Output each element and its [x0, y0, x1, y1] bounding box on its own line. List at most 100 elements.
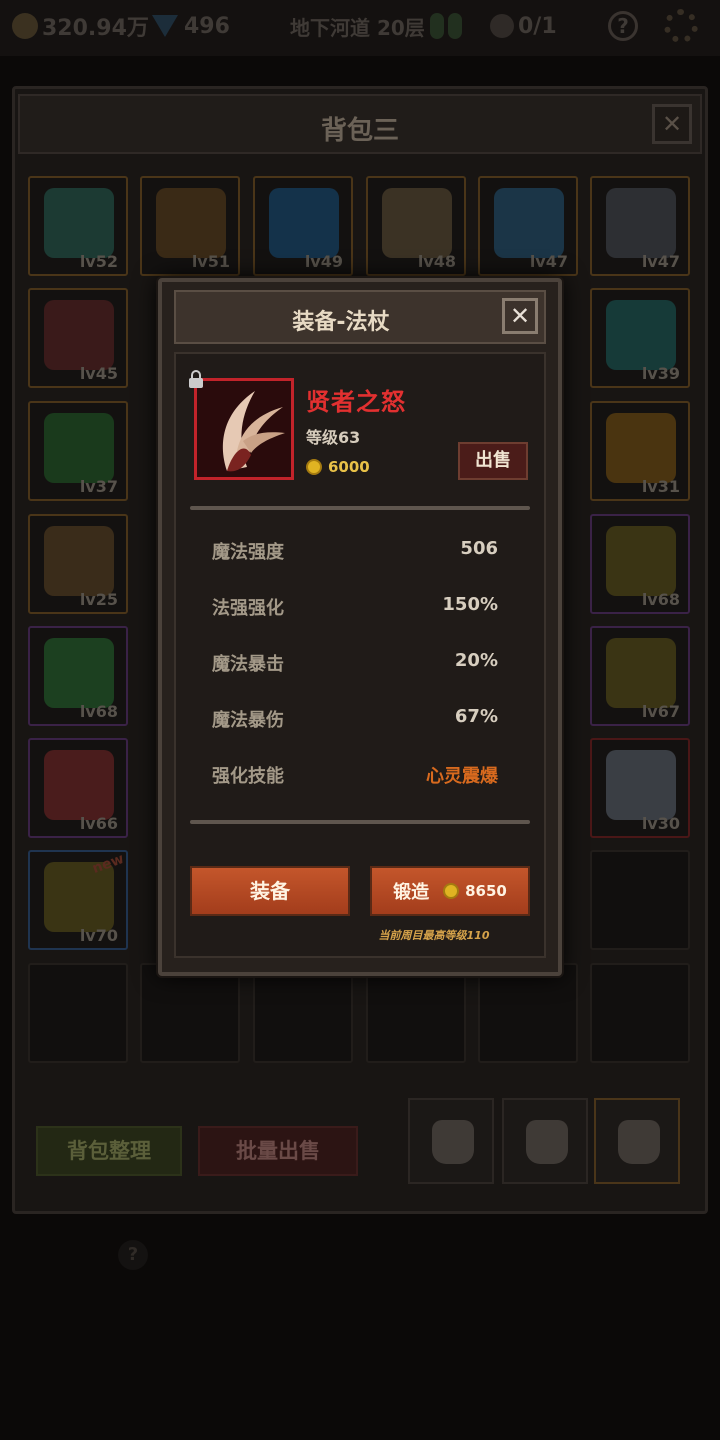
equipment-icon: [44, 300, 114, 370]
empty-slot[interactable]: [478, 963, 578, 1063]
item-name: 贤者之怒: [306, 388, 406, 416]
stat-label: 魔法暴击: [212, 654, 284, 675]
inventory-slot[interactable]: lv47: [590, 176, 690, 276]
settings-button[interactable]: [664, 8, 698, 44]
empty-slot[interactable]: [590, 963, 690, 1063]
equip-button[interactable]: 装备: [190, 866, 350, 916]
help-button[interactable]: ?: [608, 8, 638, 44]
inventory-slot[interactable]: lv25: [28, 514, 128, 614]
stat-value: 67%: [454, 706, 498, 727]
stat-label: 魔法强度: [212, 542, 284, 563]
item-level-label: lv51: [191, 252, 230, 271]
equipment-icon: [606, 188, 676, 258]
equipment-icon: [44, 188, 114, 258]
stat-label: 魔法暴伤: [212, 710, 284, 731]
divider: [190, 820, 530, 824]
staff-item-icon[interactable]: [194, 378, 294, 480]
backpack-title: 背包三: [320, 116, 399, 146]
inventory-slot[interactable]: lv37: [28, 401, 128, 501]
gear-icon: [664, 9, 698, 43]
item-level-label: lv68: [79, 702, 118, 721]
gold-coin-icon: [443, 883, 460, 899]
inventory-slot[interactable]: lv30: [590, 738, 690, 838]
equipment-icon: [269, 188, 339, 258]
bag-tab-3[interactable]: [594, 1098, 680, 1184]
equipment-icon: [44, 750, 114, 820]
sort-backpack-button[interactable]: 背包整理: [36, 1126, 182, 1176]
equipment-icon: [44, 526, 114, 596]
item-level-label: lv45: [79, 364, 118, 383]
key-icon: [430, 13, 444, 39]
kill-count: 0/1: [518, 13, 557, 39]
bag-tab-2[interactable]: [502, 1098, 588, 1184]
gold-coin-icon: [306, 459, 322, 475]
inventory-slot[interactable]: lv45: [28, 288, 128, 388]
bag-tab-1[interactable]: [408, 1098, 494, 1184]
item-level-label: lv25: [79, 590, 118, 609]
diamond-icon: [152, 15, 178, 37]
inventory-slot[interactable]: lv31: [590, 401, 690, 501]
inventory-slot[interactable]: lv70 new: [28, 850, 128, 950]
inventory-slot[interactable]: lv39: [590, 288, 690, 388]
item-level-label: lv52: [79, 252, 118, 271]
lock-icon[interactable]: [188, 370, 204, 388]
inventory-slot[interactable]: lv48: [366, 176, 466, 276]
empty-slot[interactable]: [140, 963, 240, 1063]
equipment-icon: [44, 638, 114, 708]
empty-slot[interactable]: [28, 963, 128, 1063]
forge-button[interactable]: 锻造 8650: [370, 866, 530, 916]
key-indicator: [430, 8, 466, 44]
inventory-slot[interactable]: lv47: [478, 176, 578, 276]
empty-slot[interactable]: [253, 963, 353, 1063]
item-level-label: lv37: [79, 477, 118, 496]
stat-value: 心灵震爆: [426, 766, 498, 787]
item-level-label: lv30: [641, 814, 680, 833]
item-level-label: lv48: [417, 252, 456, 271]
item-level-label: lv47: [529, 252, 568, 271]
forge-label: 锻造: [393, 882, 430, 903]
inventory-slot[interactable]: lv52: [28, 176, 128, 276]
divider: [190, 506, 530, 510]
item-level-label: lv68: [641, 590, 680, 609]
stat-label: 强化技能: [212, 766, 284, 787]
item-level-label: lv67: [641, 702, 680, 721]
stat-label: 法强强化: [212, 598, 284, 619]
item-level-label: lv70: [79, 926, 118, 945]
inventory-slot[interactable]: lv68: [590, 514, 690, 614]
item-level-label: lv39: [641, 364, 680, 383]
equipment-icon: [606, 300, 676, 370]
dungeon-location: 地下河道 20层: [290, 15, 425, 40]
equipment-icon: [606, 526, 676, 596]
sell-button[interactable]: 出售: [458, 442, 528, 480]
inventory-slot[interactable]: lv49: [253, 176, 353, 276]
backpack-close-button[interactable]: ✕: [652, 104, 692, 144]
modal-close-button[interactable]: ✕: [502, 298, 538, 334]
equipment-icon: [382, 188, 452, 258]
inventory-slot[interactable]: lv67: [590, 626, 690, 726]
forge-cost: 8650: [465, 882, 507, 900]
empty-slot[interactable]: [366, 963, 466, 1063]
equipment-icon: [494, 188, 564, 258]
claw-staff-icon: [197, 381, 291, 477]
gem-counter: 496: [152, 8, 230, 44]
stat-value: 506: [460, 538, 498, 559]
kill-counter: 0/1: [490, 8, 557, 44]
inventory-slot[interactable]: lv68: [28, 626, 128, 726]
item-level-label: lv47: [641, 252, 680, 271]
item-level-label: lv49: [304, 252, 343, 271]
gold-counter: 320.94万: [12, 8, 149, 44]
question-icon[interactable]: ?: [118, 1240, 148, 1270]
item-price-value: 6000: [328, 458, 370, 476]
inventory-slot[interactable]: lv51: [140, 176, 240, 276]
bag-icon: [618, 1120, 660, 1164]
equipment-icon: [606, 750, 676, 820]
stat-value: 20%: [454, 650, 498, 671]
bulk-sell-button[interactable]: 批量出售: [198, 1126, 358, 1176]
equipment-icon: [44, 413, 114, 483]
equipment-icon: [156, 188, 226, 258]
equipment-icon: [606, 413, 676, 483]
empty-slot[interactable]: [590, 850, 690, 950]
inventory-slot[interactable]: lv66: [28, 738, 128, 838]
forge-level-note: 当前周目最高等级110: [378, 929, 490, 942]
gold-amount: 320.94万: [42, 16, 149, 41]
